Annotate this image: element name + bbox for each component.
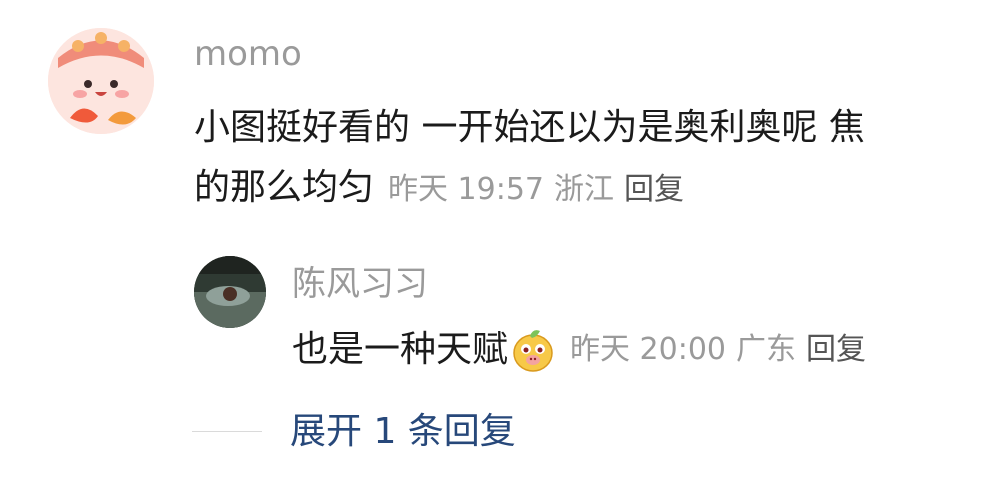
comment-location: 广东	[736, 332, 797, 367]
username[interactable]: 陈风习习	[292, 264, 428, 304]
avatar[interactable]	[48, 28, 154, 134]
comment-text-line: 小图挺好看的 一开始还以为是奥利奥呢 焦	[194, 107, 865, 148]
comment-location: 浙江	[554, 172, 615, 207]
avatar[interactable]	[194, 256, 266, 328]
comment-text-line: 的那么均匀 昨天 19:57 浙江 回复	[194, 158, 694, 220]
mango-face-emoji-icon	[510, 327, 556, 373]
comment-text-continuation: 的那么均匀	[194, 167, 375, 208]
comment-meta: 昨天 20:00 广东 回复	[570, 320, 876, 380]
photo-avatar-icon	[194, 256, 266, 328]
comment-time: 昨天 20:00	[570, 332, 727, 367]
comment-time: 昨天 19:57	[388, 172, 545, 207]
username[interactable]: momo	[194, 34, 302, 74]
cartoon-avatar-icon	[48, 28, 154, 134]
comment-text-line: 也是一种天赋 昨天 20:00 广东 回复	[292, 320, 876, 380]
reply-text: 也是一种天赋	[292, 329, 509, 370]
divider	[192, 431, 262, 432]
reply-button[interactable]: 回复	[806, 332, 866, 367]
expand-replies-link[interactable]: 展开 1 条回复	[290, 410, 516, 454]
comment-meta: 昨天 19:57 浙江 回复	[388, 172, 694, 207]
reply-button[interactable]: 回复	[624, 172, 684, 207]
